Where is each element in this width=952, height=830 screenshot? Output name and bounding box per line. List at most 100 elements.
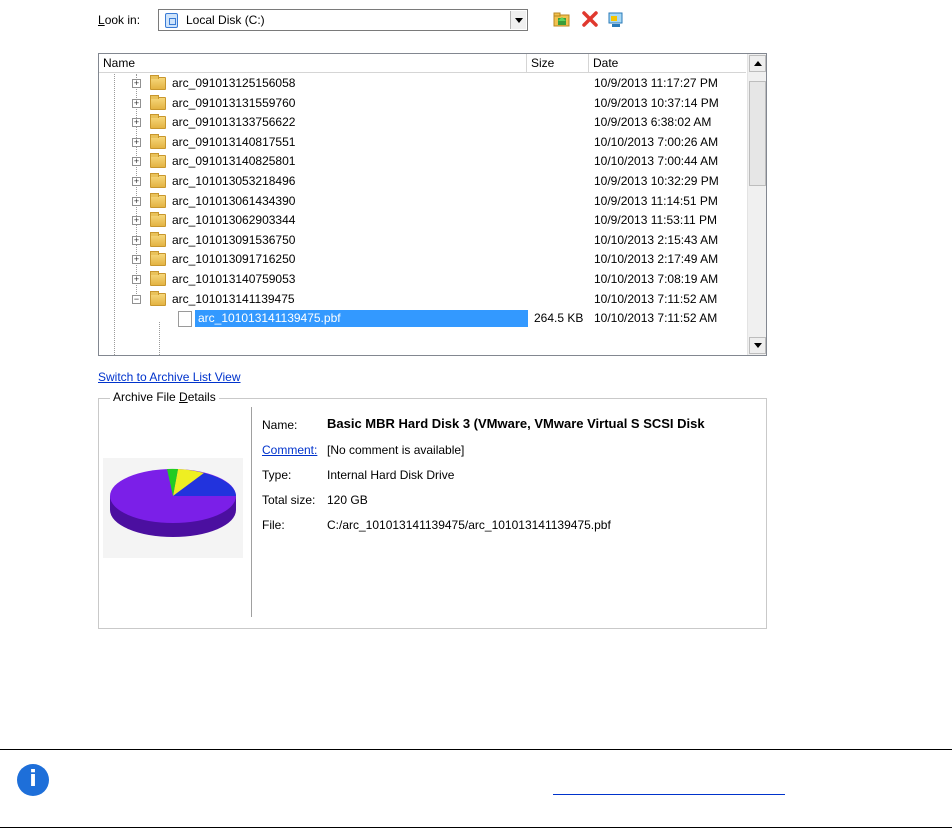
- table-row[interactable]: + arc_091013125156058 10/9/2013 11:17:27 P…: [99, 74, 746, 94]
- table-row[interactable]: + arc_101013062903344 10/9/2013 11:53:11 P…: [99, 211, 746, 231]
- switch-to-list-view-link[interactable]: Switch to Archive List View: [98, 370, 241, 384]
- column-name-header[interactable]: Name: [99, 54, 527, 73]
- expand-icon[interactable]: +: [132, 176, 141, 186]
- scroll-up-button[interactable]: [749, 55, 766, 72]
- row-name: arc_101013053218496: [172, 173, 296, 188]
- expand-icon[interactable]: +: [132, 118, 141, 128]
- row-name: arc_101013062903344: [172, 213, 296, 228]
- chevron-up-icon: [753, 61, 762, 66]
- expand-icon[interactable]: +: [132, 98, 141, 108]
- lookin-dropdown-button[interactable]: [510, 11, 526, 29]
- detail-file-value: C:/arc_101013141139475/arc_1010131411394…: [327, 518, 611, 532]
- scroll-thumb[interactable]: [749, 81, 766, 186]
- row-name: arc_101013140759053: [172, 271, 296, 286]
- up-folder-icon[interactable]: [552, 9, 572, 29]
- table-row-selected[interactable]: arc_101013141139475.pbf 264.5 KB 10/10/201…: [99, 309, 746, 329]
- row-date: 10/10/2013 7:11:52 AM: [594, 291, 718, 306]
- row-name: arc_101013141139475: [172, 291, 295, 306]
- row-date: 10/10/2013 7:00:44 AM: [594, 154, 719, 169]
- folder-icon: [150, 94, 166, 110]
- archive-tree-list[interactable]: Name Size Date + arc_091013125156058 10/9/…: [98, 53, 767, 356]
- row-name: arc_101013091716250: [172, 252, 296, 267]
- row-date: 10/10/2013 7:11:52 AM: [594, 311, 718, 326]
- row-date: 10/9/2013 11:14:51 PM: [594, 193, 718, 208]
- expand-icon[interactable]: +: [132, 157, 141, 167]
- table-row[interactable]: + arc_101013091536750 10/10/2013 2:15:43 A…: [99, 231, 746, 251]
- folder-icon: [150, 192, 166, 208]
- folder-icon: [150, 231, 166, 247]
- table-row[interactable]: + arc_091013131559760 10/9/2013 10:37:14 P…: [99, 94, 746, 114]
- row-date: 10/9/2013 11:17:27 PM: [594, 76, 718, 90]
- table-row[interactable]: + arc_091013140825801 10/10/2013 7:00:44 A…: [99, 152, 746, 172]
- details-divider: [251, 407, 252, 617]
- scroll-down-button[interactable]: [749, 337, 766, 354]
- detail-comment-value: [No comment is available]: [327, 443, 465, 457]
- note-link[interactable]: [553, 781, 785, 795]
- row-name: arc_091013140817551: [172, 134, 296, 149]
- chevron-down-icon: [753, 343, 762, 348]
- folder-icon: [150, 290, 166, 306]
- list-header: Name Size Date: [99, 54, 746, 73]
- folder-icon: [150, 133, 166, 149]
- view-icon[interactable]: [606, 9, 626, 29]
- table-row[interactable]: + arc_101013140759053 10/10/2013 7:08:19 A…: [99, 270, 746, 290]
- detail-name-value: Basic MBR Hard Disk 3 (VMware, VMware Vi…: [327, 416, 705, 431]
- table-row[interactable]: + arc_091013140817551 10/10/2013 7:00:26 A…: [99, 133, 746, 153]
- folder-icon: [150, 270, 166, 286]
- expand-icon[interactable]: +: [132, 196, 141, 206]
- expand-icon[interactable]: +: [132, 79, 141, 88]
- table-row[interactable]: + arc_101013053218496 10/9/2013 10:32:29 P…: [99, 172, 746, 192]
- row-size: 264.5 KB: [534, 311, 584, 326]
- row-name: arc_091013140825801: [172, 154, 296, 169]
- table-row[interactable]: + arc_101013061434390 10/9/2013 11:14:51 P…: [99, 192, 746, 212]
- row-name: arc_091013131559760: [172, 95, 296, 110]
- row-date: 10/9/2013 11:53:11 PM: [594, 213, 717, 228]
- archive-details-title: Archive File Details: [110, 390, 219, 404]
- detail-size-value: 120 GB: [327, 493, 368, 507]
- detail-file-label: File:: [262, 518, 285, 532]
- note-top-rule: [0, 749, 952, 750]
- chevron-down-icon: [514, 17, 523, 23]
- lookin-label: Look in:: [98, 13, 141, 27]
- delete-icon[interactable]: [580, 9, 600, 29]
- folder-icon: [150, 75, 166, 90]
- expand-icon[interactable]: +: [132, 216, 141, 226]
- row-date: 10/10/2013 7:08:19 AM: [594, 271, 719, 286]
- expand-icon[interactable]: +: [132, 274, 141, 284]
- detail-size-label: Total size:: [262, 493, 316, 507]
- row-date: 10/9/2013 6:38:02 AM: [594, 115, 712, 130]
- folder-icon: [150, 153, 166, 169]
- expand-icon[interactable]: +: [132, 255, 141, 265]
- row-name: arc_101013061434390: [172, 193, 296, 208]
- lookin-combobox[interactable]: Local Disk (C:): [158, 9, 528, 31]
- row-date: 10/10/2013 7:00:26 AM: [594, 134, 719, 149]
- info-icon: i: [17, 764, 49, 796]
- table-row[interactable]: − arc_101013141139475 10/10/2013 7:11:52 A…: [99, 290, 746, 310]
- file-icon: [178, 311, 192, 328]
- column-date-header[interactable]: Date: [589, 54, 746, 73]
- expand-icon[interactable]: +: [132, 137, 141, 147]
- lookin-value: Local Disk (C:): [186, 13, 265, 27]
- folder-icon: [150, 172, 166, 188]
- table-row[interactable]: + arc_091013133756622 10/9/2013 6:38:02 AM: [99, 113, 746, 133]
- row-date: 10/10/2013 2:15:43 AM: [594, 232, 719, 247]
- row-name: arc_101013141139475.pbf: [195, 310, 528, 328]
- list-rows: + arc_091013125156058 10/9/2013 11:17:27 P…: [99, 74, 746, 329]
- detail-comment-link[interactable]: Comment:: [262, 443, 317, 457]
- row-date: 10/9/2013 10:32:29 PM: [594, 173, 719, 188]
- row-name: arc_091013133756622: [172, 115, 296, 130]
- row-date: 10/10/2013 2:17:49 AM: [594, 252, 719, 267]
- table-row[interactable]: + arc_101013091716250 10/10/2013 2:17:49 A…: [99, 250, 746, 270]
- detail-type-label: Type:: [262, 468, 292, 482]
- local-disk-icon: [165, 13, 178, 28]
- folder-icon: [150, 251, 166, 267]
- expand-icon[interactable]: +: [132, 235, 141, 245]
- column-size-header[interactable]: Size: [527, 54, 589, 73]
- row-date: 10/9/2013 10:37:14 PM: [594, 95, 719, 110]
- vertical-scrollbar[interactable]: [747, 54, 766, 355]
- row-name: arc_091013125156058: [172, 76, 296, 90]
- detail-type-value: Internal Hard Disk Drive: [327, 468, 455, 482]
- note-bottom-rule: [0, 827, 952, 828]
- detail-name-label: Name:: [262, 418, 298, 432]
- collapse-icon[interactable]: −: [132, 294, 141, 304]
